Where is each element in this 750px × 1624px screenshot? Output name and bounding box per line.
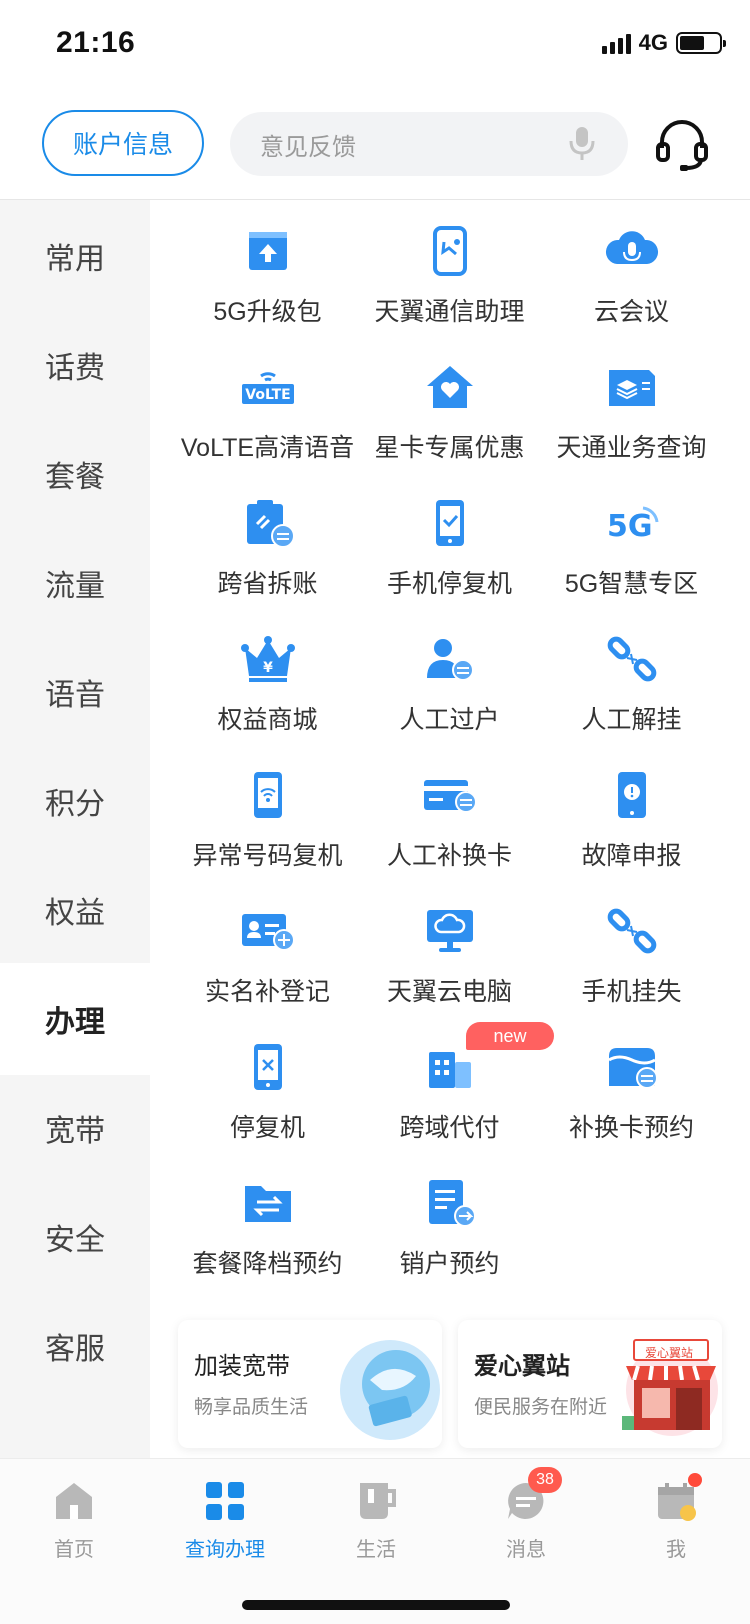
service-card-replace-appointment[interactable]: 补换卡预约	[540, 1022, 723, 1158]
phone-check-icon	[435, 500, 464, 546]
svg-text:¥: ¥	[263, 660, 273, 676]
battery-icon	[676, 32, 726, 54]
service-manual-transfer[interactable]: 人工过户	[358, 614, 541, 750]
header: 账户信息 意见反馈	[0, 108, 750, 200]
volte-icon: VoLTE	[241, 372, 294, 404]
heart-house-icon	[426, 366, 473, 408]
sidebar-item-data[interactable]: 流量	[0, 527, 150, 639]
status-indicators: 4G	[601, 30, 726, 56]
cup-icon	[360, 1483, 396, 1519]
service-volte[interactable]: VoLTE VoLTE高清语音	[176, 342, 359, 478]
home-indicator	[242, 1600, 510, 1610]
new-badge: new	[466, 1022, 554, 1050]
person-transfer-icon	[426, 639, 474, 681]
phone-x-icon	[253, 1044, 282, 1090]
broadband-illustration	[340, 1340, 440, 1440]
promo-title: 加装宽带	[194, 1353, 290, 1380]
box-transfer-icon	[607, 1048, 658, 1089]
crown-yen-icon: ¥	[240, 636, 295, 682]
promo-title: 爱心翼站	[474, 1353, 570, 1380]
microphone-icon[interactable]	[568, 126, 596, 162]
phone-signal-icon	[253, 772, 282, 818]
message-count-badge: 38	[528, 1467, 562, 1493]
service-benefits-mall[interactable]: ¥ 权益商城	[176, 614, 359, 750]
sidebar-item-voice[interactable]: 语音	[0, 636, 150, 748]
status-bar: 21:16 4G	[0, 0, 750, 90]
service-tianyi-cloud-pc[interactable]: 天翼云电脑	[358, 886, 541, 1022]
tab-life[interactable]: 生活	[316, 1473, 436, 1573]
service-account-closure-appointment[interactable]: 销户预约	[358, 1158, 541, 1294]
service-suspend-resume[interactable]: 停复机	[176, 1022, 359, 1158]
cloud-mic-icon	[605, 231, 658, 264]
sidebar-item-service[interactable]: 客服	[0, 1290, 150, 1402]
notification-dot	[688, 1473, 702, 1487]
service-manual-card-replace[interactable]: 人工补换卡	[358, 750, 541, 886]
service-real-name-registration[interactable]: 实名补登记	[176, 886, 359, 1022]
grid-icon	[206, 1482, 244, 1520]
sidebar-item-handle[interactable]: 办理	[0, 963, 150, 1075]
document-arrow-icon	[428, 1180, 476, 1227]
sidebar-item-bill[interactable]: 话费	[0, 309, 150, 421]
sidebar-item-benefits[interactable]: 权益	[0, 854, 150, 966]
service-cloud-meeting[interactable]: 云会议	[540, 206, 723, 342]
category-sidebar: 常用 话费 套餐 流量 语音 积分 权益 办理 宽带 安全 客服	[0, 200, 150, 1458]
service-tianyi-assistant[interactable]: 天翼通信助理	[358, 206, 541, 342]
tab-query-handle[interactable]: 查询办理	[165, 1473, 285, 1573]
service-cross-province-split[interactable]: 跨省拆账	[176, 478, 359, 614]
id-card-add-icon	[241, 914, 295, 951]
tab-messages[interactable]: 38 消息	[466, 1467, 586, 1573]
phone-alert-icon	[617, 772, 646, 818]
svg-text:5G: 5G	[607, 509, 653, 544]
sidebar-item-common[interactable]: 常用	[0, 200, 150, 312]
promo-card-love-station[interactable]: 爱心翼站 便民服务在附近 爱心翼站	[458, 1320, 722, 1448]
status-time: 21:16	[56, 26, 136, 59]
home-icon	[56, 1483, 92, 1519]
service-star-card-offer[interactable]: 星卡专属优惠	[358, 342, 541, 478]
search-input[interactable]: 意见反馈	[230, 112, 628, 176]
network-type: 4G	[638, 30, 668, 55]
layers-card-icon	[608, 370, 655, 406]
cloud-computer-icon	[426, 910, 473, 952]
link-lost-icon	[607, 908, 656, 954]
card-transfer-icon	[423, 780, 477, 813]
svg-text:VoLTE: VoLTE	[245, 387, 290, 403]
shop-sign-text: 爱心翼站	[644, 1346, 693, 1360]
account-info-button[interactable]: 账户信息	[42, 110, 204, 176]
folder-swap-icon	[244, 1186, 291, 1222]
clipboard-transfer-icon	[246, 500, 295, 548]
link-unlock-icon	[607, 636, 656, 682]
sidebar-item-points[interactable]: 积分	[0, 745, 150, 857]
signal-icon	[601, 32, 631, 54]
customer-service-icon[interactable]	[654, 116, 710, 172]
tab-me[interactable]: 我	[616, 1473, 736, 1573]
service-abnormal-number-resume[interactable]: 异常号码复机	[176, 750, 359, 886]
sidebar-item-security[interactable]: 安全	[0, 1181, 150, 1293]
service-plan-downgrade-appointment[interactable]: 套餐降档预约	[176, 1158, 359, 1294]
service-5g-upgrade[interactable]: 5G升级包	[176, 206, 359, 342]
service-fault-report[interactable]: 故障申报	[540, 750, 723, 886]
sidebar-item-plan[interactable]: 套餐	[0, 418, 150, 530]
promo-subtitle: 畅享品质生活	[194, 1397, 309, 1418]
promo-subtitle: 便民服务在附近	[474, 1397, 608, 1418]
5g-logo-icon: 5G	[607, 506, 658, 544]
promo-card-broadband[interactable]: 加装宽带 畅享品质生活	[178, 1320, 442, 1448]
service-5g-zone[interactable]: 5G 5G智慧专区	[540, 478, 723, 614]
service-manual-unlock[interactable]: 人工解挂	[540, 614, 723, 750]
upgrade-box-icon	[248, 232, 287, 270]
tab-home[interactable]: 首页	[14, 1473, 134, 1573]
service-phone-suspend-resume[interactable]: 手机停复机	[358, 478, 541, 614]
assistant-phone-icon	[432, 226, 467, 276]
sidebar-item-broadband[interactable]: 宽带	[0, 1072, 150, 1184]
service-phone-report-lost[interactable]: 手机挂失	[540, 886, 723, 1022]
service-tiantong-query[interactable]: 天通业务查询	[540, 342, 723, 478]
shop-illustration	[622, 1339, 718, 1436]
